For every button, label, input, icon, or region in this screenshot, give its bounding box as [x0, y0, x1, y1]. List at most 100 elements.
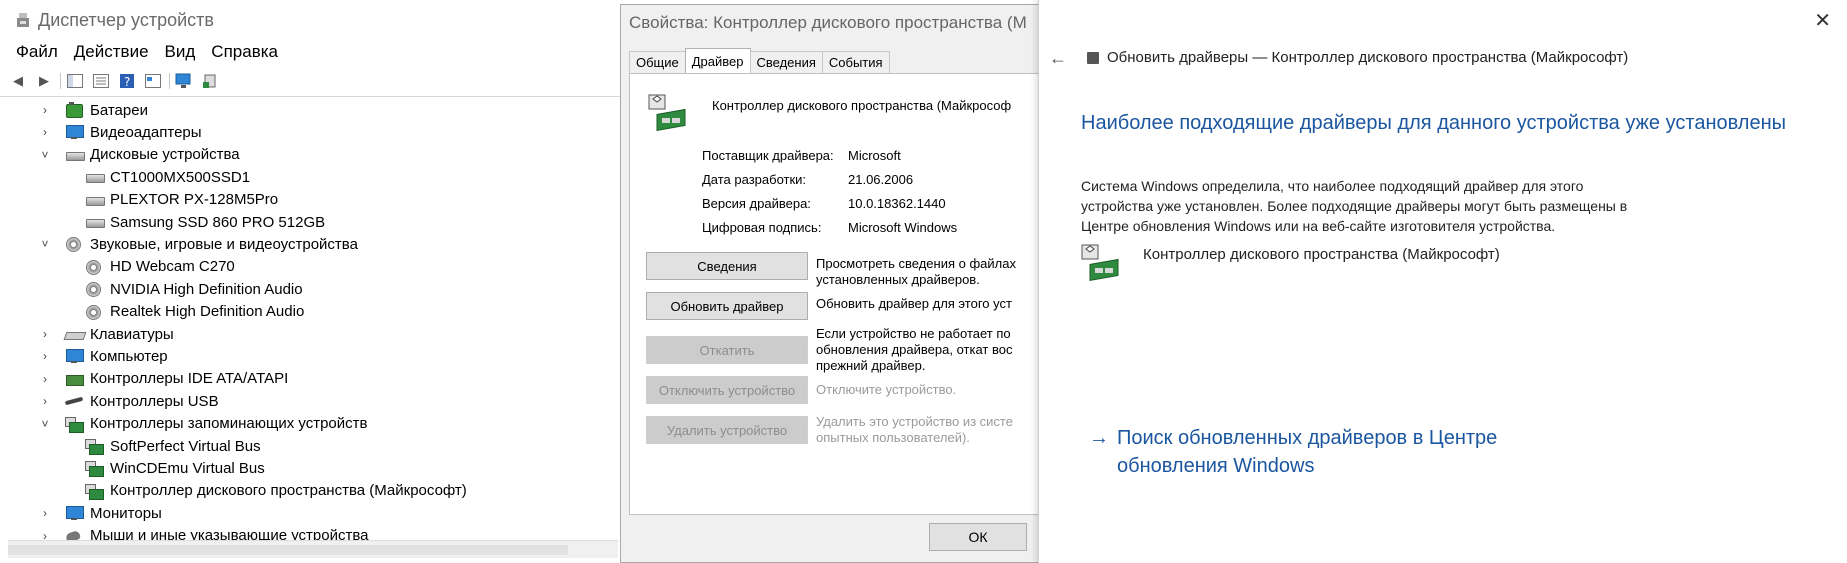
disable-device-button[interactable]: Отключить устройство [646, 376, 808, 404]
tree-item-label: Samsung SSD 860 PRO 512GB [110, 213, 326, 231]
speaker-icon [84, 259, 104, 275]
uninstall-device-button[interactable]: Удалить устройство [646, 416, 808, 444]
disk-icon [64, 147, 85, 163]
tree-category[interactable]: › Клавиатуры [38, 323, 174, 345]
chevron-right-icon[interactable]: › [38, 506, 52, 520]
tree-category[interactable]: › Мониторы [38, 502, 162, 524]
tree-item-label: CT1000MX500SSD1 [110, 168, 251, 186]
tree-device[interactable]: PLEXTOR PX-128M5Pro [84, 189, 278, 211]
device-view-icon[interactable] [143, 72, 163, 90]
tree-item-label: Контроллеры USB [90, 392, 219, 410]
tree-item-label: WinCDEmu Virtual Bus [110, 459, 265, 477]
desc-line: Удалить это устройство из систе [816, 414, 1013, 429]
device-manager-titlebar: Диспетчер устройств [16, 8, 214, 32]
tree-category[interactable]: › Контроллеры USB [38, 390, 219, 412]
menu-view[interactable]: Вид [165, 42, 196, 62]
help-icon[interactable]: ? [117, 72, 137, 90]
tree-device[interactable]: HD Webcam C270 [84, 256, 235, 278]
show-hide-console-tree-icon[interactable] [65, 72, 85, 90]
disk-icon [84, 214, 105, 230]
speaker-icon [64, 236, 84, 253]
menu-action[interactable]: Действие [74, 42, 149, 62]
rollback-driver-button[interactable]: Откатить [646, 336, 808, 364]
menu-file[interactable]: Файл [16, 42, 58, 62]
storage-controller-icon [84, 483, 104, 500]
tree-category[interactable]: › Батареи [38, 99, 148, 121]
tab-details[interactable]: Сведения [749, 51, 823, 73]
tree-item-label: Контроллеры запоминающих устройств [90, 415, 368, 433]
storage-controller-icon [64, 416, 84, 433]
tree-category[interactable]: › Компьютер [38, 345, 168, 367]
tab-driver[interactable]: Драйвер [684, 48, 751, 73]
ok-button[interactable]: ОК [929, 523, 1027, 551]
scrollbar-thumb[interactable] [8, 545, 568, 555]
driver-device-name: Контроллер дискового пространства (Майкр… [712, 98, 1012, 113]
horizontal-scrollbar[interactable] [8, 540, 618, 558]
tree-category[interactable]: ˅ Контроллеры запоминающих устройств [38, 413, 367, 435]
close-icon[interactable]: ✕ [1814, 8, 1831, 33]
tree-item-label: Клавиатуры [90, 325, 174, 343]
tree-category[interactable]: ˅ Дисковые устройства [38, 144, 240, 166]
speaker-icon [84, 304, 104, 320]
tree-item-label: Дисковые устройства [90, 146, 240, 164]
driver-provider-label: Поставщик драйвера: [702, 148, 834, 163]
tree-item-label: Контроллеры IDE ATA/ATAPI [90, 370, 289, 388]
menu-help[interactable]: Справка [211, 42, 278, 62]
chevron-right-icon[interactable]: › [38, 372, 52, 386]
disk-icon [84, 169, 105, 185]
back-arrow-icon[interactable]: ← [1049, 48, 1067, 69]
toolbar: ◀ ▶ ? [8, 70, 226, 92]
monitor-icon [64, 124, 84, 140]
chevron-right-icon[interactable]: › [38, 125, 52, 139]
tree-item-label: Мониторы [90, 504, 162, 522]
chevron-right-icon[interactable]: › [38, 103, 52, 117]
chevron-down-icon[interactable]: ˅ [38, 237, 52, 251]
chevron-down-icon[interactable]: ˅ [38, 417, 52, 431]
driver-date-value: 21.06.2006 [848, 172, 914, 187]
keyboard-icon [64, 326, 84, 342]
tree-item-label: SoftPerfect Virtual Bus [110, 437, 261, 455]
scan-hardware-icon[interactable] [174, 72, 194, 90]
driver-date-label: Дата разработки: [702, 172, 807, 187]
link-line[interactable]: Поиск обновленных драйверов в Центре [1117, 424, 1497, 452]
tree-item-label: Видеоадаптеры [90, 123, 202, 141]
tab-general[interactable]: Общие [629, 51, 686, 73]
chevron-down-icon[interactable]: ˅ [38, 148, 52, 162]
device-small-icon [1087, 52, 1099, 64]
tree-device[interactable]: NVIDIA High Definition Audio [84, 278, 303, 300]
link-line[interactable]: обновления Windows [1117, 452, 1497, 480]
tree-category[interactable]: ˅ Звуковые, игровые и видеоустройства [38, 233, 358, 255]
chevron-right-icon[interactable]: › [38, 327, 52, 341]
driver-details-button[interactable]: Сведения [646, 252, 808, 280]
chevron-right-icon[interactable]: › [38, 349, 52, 363]
tree-device[interactable]: Samsung SSD 860 PRO 512GB [84, 211, 325, 233]
tree-device[interactable]: SoftPerfect Virtual Bus [84, 435, 261, 457]
tree-device[interactable]: Realtek High Definition Audio [84, 301, 304, 323]
tab-events[interactable]: События [821, 51, 890, 73]
tree-item-label: HD Webcam C270 [110, 258, 235, 276]
storage-controller-icon [1081, 244, 1121, 284]
forward-icon[interactable]: ▶ [34, 72, 54, 90]
tree-item-label: PLEXTOR PX-128M5Pro [110, 191, 279, 209]
search-windows-update-link[interactable]: → Поиск обновленных драйверов в Центре о… [1089, 424, 1497, 480]
uninstall-device-desc: Удалить это устройство из систе опытных … [816, 414, 1013, 446]
tree-device[interactable]: Контроллер дискового пространства (Майкр… [84, 480, 467, 502]
storage-controller-icon [84, 438, 104, 455]
tree-device[interactable]: WinCDEmu Virtual Bus [84, 457, 265, 479]
monitor-icon [64, 505, 84, 521]
tree-device[interactable]: CT1000MX500SSD1 [84, 166, 250, 188]
back-icon[interactable]: ◀ [8, 72, 28, 90]
tree-category[interactable]: › Контроллеры IDE ATA/ATAPI [38, 368, 288, 390]
tree-item-label: Звуковые, игровые и видеоустройства [90, 235, 358, 253]
tree-category[interactable]: › Видеоадаптеры [38, 121, 202, 143]
properties-icon[interactable] [91, 72, 111, 90]
chevron-right-icon[interactable]: › [38, 394, 52, 408]
ide-controller-icon [64, 371, 84, 387]
result-heading: Наиболее подходящие драйверы для данного… [1081, 112, 1786, 134]
update-driver-button[interactable]: Обновить драйвер [646, 292, 808, 320]
driver-provider-value: Microsoft [848, 148, 901, 163]
rollback-driver-desc: Если устройство не работает по обновлени… [816, 326, 1012, 374]
add-driver-icon[interactable] [200, 72, 220, 90]
speaker-icon [84, 281, 104, 298]
svg-text:?: ? [124, 75, 130, 89]
